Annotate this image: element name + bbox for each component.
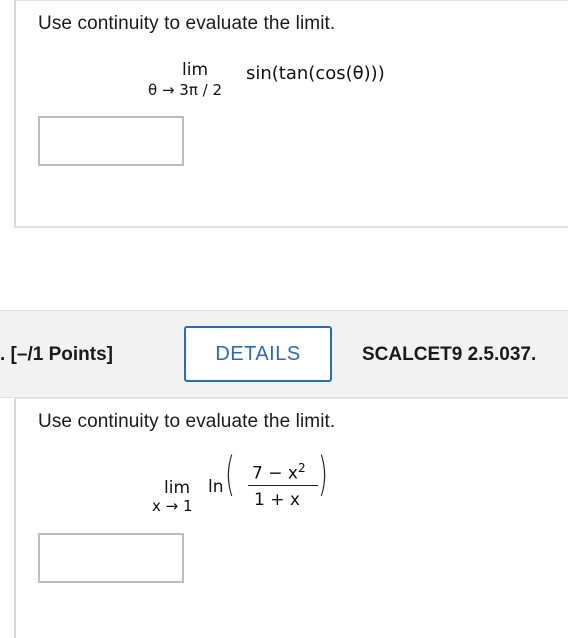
answer-input-2[interactable] (38, 533, 184, 583)
fraction-numerator: 7 − x2 (252, 461, 306, 484)
question-card-1: Use continuity to evaluate the limit. li… (14, 0, 568, 228)
lim-word: lim (182, 60, 209, 80)
limit-function: sin(tan(cos(θ))) (246, 63, 385, 84)
lim-subscript: x → 1 (152, 497, 193, 515)
problem-code: SCALCET9 2.5.037. (362, 344, 537, 365)
question-header: . [–/1 Points] DETAILS SCALCET9 2.5.037. (0, 310, 568, 398)
question-card-2: Use continuity to evaluate the limit. li… (14, 398, 568, 638)
log-function: ln (208, 477, 224, 497)
points-label: . [–/1 Points] (0, 344, 113, 365)
fraction-denominator: 1 + x (254, 490, 300, 510)
fraction-bar (248, 485, 318, 486)
details-button[interactable]: DETAILS (184, 326, 332, 382)
left-paren: ( (225, 447, 235, 501)
answer-input-1[interactable] (38, 116, 184, 166)
lim-word: lim (164, 478, 191, 498)
question-prompt: Use continuity to evaluate the limit. (38, 13, 336, 34)
lim-subscript: θ → 3π / 2 (148, 81, 222, 99)
question-prompt: Use continuity to evaluate the limit. (38, 411, 336, 432)
right-paren: ) (318, 447, 328, 501)
